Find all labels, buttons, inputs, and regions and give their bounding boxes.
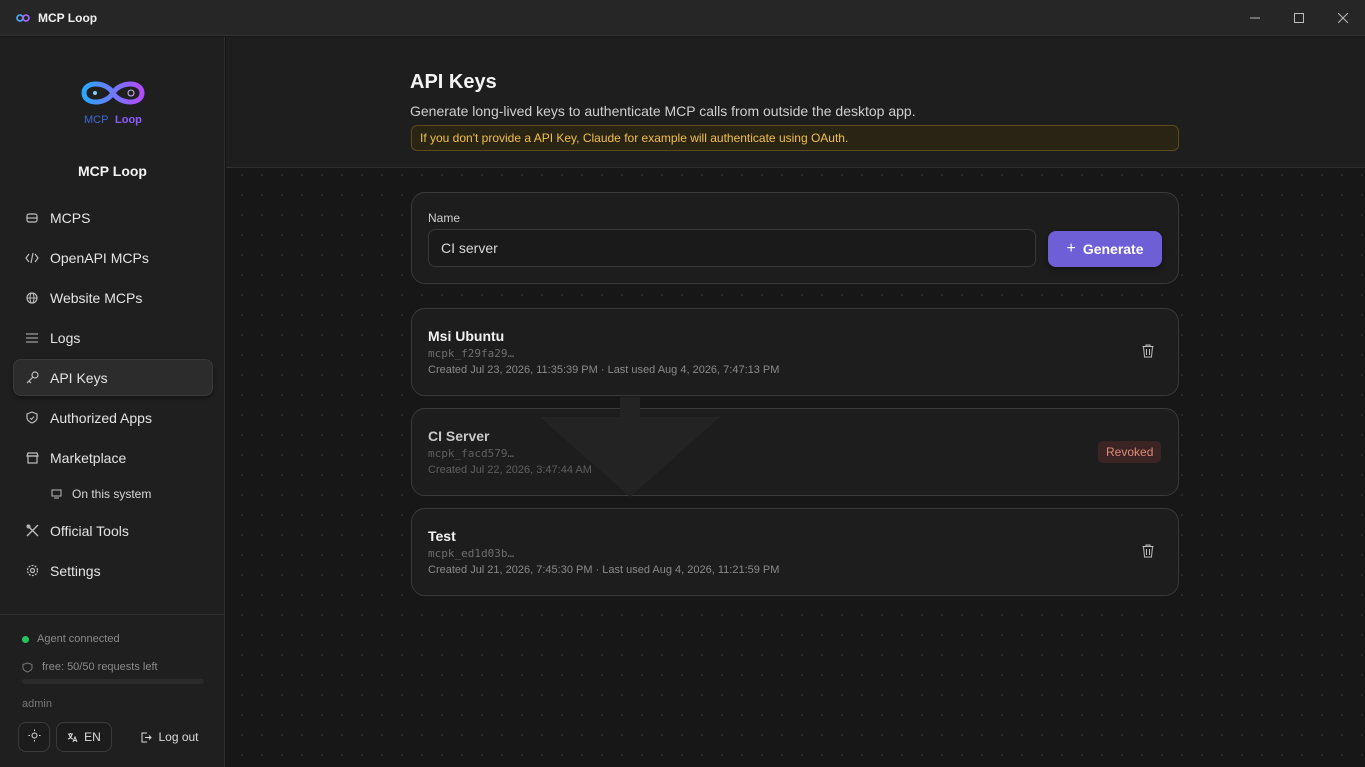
- theme-toggle-button[interactable]: [18, 722, 50, 752]
- sidebar: MCP Loop MCP Loop MCPS OpenAPI MCPs Webs…: [0, 37, 225, 767]
- language-button[interactable]: EN: [56, 722, 112, 752]
- key-icon: [25, 371, 39, 385]
- page-subtitle: Generate long-lived keys to authenticate…: [410, 103, 916, 119]
- api-key-card: CI Server mcpk_facd579… Created Jul 22, …: [411, 397, 1179, 497]
- key-prefix: mcpk_facd579…: [428, 447, 515, 460]
- sidebar-item-label: MCPS: [50, 209, 91, 226]
- generate-label: Generate: [1082, 241, 1144, 257]
- sidebar-item-mcps[interactable]: MCPS: [13, 199, 213, 236]
- database-icon: [25, 211, 39, 225]
- logout-icon: [141, 732, 153, 743]
- quota-info: free: 50/50 requests left: [22, 661, 158, 673]
- sun-icon: [28, 729, 41, 745]
- code-icon: [25, 251, 39, 265]
- revoked-watermark-icon: [540, 397, 720, 497]
- generate-button[interactable]: + Generate: [1048, 231, 1162, 267]
- key-name: Test: [428, 528, 456, 544]
- main-content: API Keys Generate long-lived keys to aut…: [226, 37, 1365, 767]
- mcp-loop-logo: MCP Loop: [78, 75, 148, 127]
- key-name-input[interactable]: [428, 229, 1036, 267]
- title-bar: MCP Loop: [0, 0, 1365, 36]
- sidebar-item-label: On this system: [72, 487, 152, 501]
- delete-key-icon[interactable]: [1140, 343, 1156, 359]
- username: admin: [22, 698, 52, 710]
- gear-icon: [25, 564, 39, 578]
- key-meta: Created Jul 23, 2026, 11:35:39 PM · Last…: [428, 364, 780, 376]
- sidebar-item-label: Settings: [50, 562, 101, 579]
- globe-icon: [25, 291, 39, 305]
- minimize-icon[interactable]: [1233, 0, 1277, 36]
- sidebar-item-openapi-mcps[interactable]: OpenAPI MCPs: [13, 239, 213, 276]
- monitor-icon: [51, 489, 62, 500]
- store-icon: [25, 451, 39, 465]
- sidebar-item-label: Marketplace: [50, 449, 127, 466]
- sidebar-item-logs[interactable]: Logs: [13, 319, 213, 356]
- sidebar-item-label: Website MCPs: [50, 289, 143, 306]
- plus-icon: +: [1066, 240, 1076, 257]
- logout-button[interactable]: Log out: [132, 722, 208, 752]
- sidebar-item-label: API Keys: [50, 369, 108, 386]
- delete-key-icon[interactable]: [1140, 543, 1156, 559]
- key-prefix: mcpk_f29fa29…: [428, 347, 515, 360]
- page-title: API Keys: [410, 71, 497, 93]
- sidebar-item-label: OpenAPI MCPs: [50, 249, 149, 266]
- sidebar-item-authorized-apps[interactable]: Authorized Apps: [13, 399, 213, 436]
- sidebar-item-label: Official Tools: [50, 522, 129, 539]
- name-label: Name: [428, 211, 461, 225]
- status-dot: [22, 635, 29, 643]
- window-controls: [1233, 0, 1365, 36]
- api-key-card: Msi Ubuntu mcpk_f29fa29… Created Jul 23,…: [411, 308, 1179, 396]
- agent-status: Agent connected: [22, 633, 120, 645]
- app-logo-icon: [16, 13, 30, 23]
- shield-icon: [22, 661, 33, 673]
- brand-name: MCP Loop: [78, 163, 147, 179]
- api-key-card: Test mcpk_ed1d03b… Created Jul 21, 2026,…: [411, 508, 1179, 596]
- key-meta: Created Jul 22, 2026, 3:47:44 AM: [428, 464, 592, 476]
- sidebar-item-api-keys[interactable]: API Keys: [13, 359, 213, 396]
- info-notice: If you don't provide a API Key, Claude f…: [411, 125, 1179, 151]
- window-title: MCP Loop: [38, 10, 98, 25]
- tools-icon: [25, 524, 39, 538]
- key-name: CI Server: [428, 428, 490, 444]
- close-icon[interactable]: [1321, 0, 1365, 36]
- shield-icon: [25, 411, 39, 425]
- revoked-badge: Revoked: [1098, 441, 1162, 463]
- sidebar-item-label: Logs: [50, 329, 81, 346]
- sidebar-item-label: Authorized Apps: [50, 409, 152, 426]
- agent-status-text: Agent connected: [37, 633, 120, 645]
- key-meta: Created Jul 21, 2026, 7:45:30 PM · Last …: [428, 564, 780, 576]
- sidebar-item-official-tools[interactable]: Official Tools: [13, 512, 213, 549]
- logo-text-right: Loop: [115, 114, 142, 126]
- maximize-icon[interactable]: [1277, 0, 1321, 36]
- sidebar-item-website-mcps[interactable]: Website MCPs: [13, 279, 213, 316]
- page-header: API Keys Generate long-lived keys to aut…: [226, 37, 1365, 168]
- quota-progress-bar: [22, 679, 204, 684]
- list-icon: [25, 331, 39, 345]
- sidebar-nav: MCPS OpenAPI MCPs Website MCPs Logs API …: [13, 199, 213, 592]
- key-name: Msi Ubuntu: [428, 328, 505, 344]
- translate-icon: [67, 732, 78, 743]
- quota-text: free: 50/50 requests left: [42, 661, 158, 673]
- sidebar-item-marketplace[interactable]: Marketplace: [13, 439, 213, 476]
- sidebar-item-settings[interactable]: Settings: [13, 552, 213, 589]
- logo-text-left: MCP: [84, 114, 108, 126]
- sidebar-subitem-on-this-system[interactable]: On this system: [13, 479, 213, 509]
- key-prefix: mcpk_ed1d03b…: [428, 547, 515, 560]
- logout-label: Log out: [158, 730, 199, 744]
- create-key-form: Name + Generate: [411, 192, 1179, 284]
- language-label: EN: [84, 730, 101, 744]
